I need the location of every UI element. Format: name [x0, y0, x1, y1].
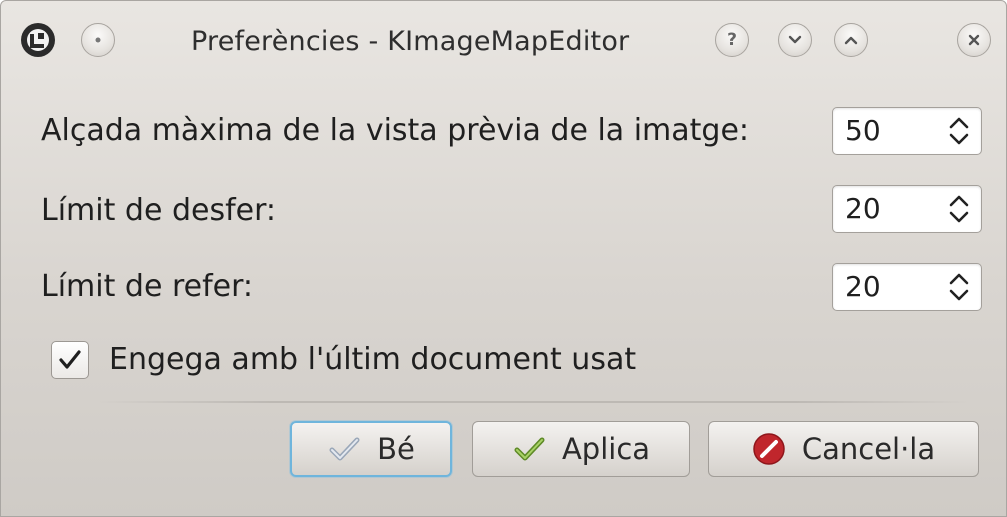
start-with-last-document-label[interactable]: Engega amb l'últim document usat [109, 338, 636, 382]
cancel-button-label: Cancel·la [801, 432, 936, 466]
chevron-down-icon [788, 35, 802, 44]
check-green-icon [514, 437, 545, 461]
spin-arrows-icon[interactable] [947, 115, 971, 147]
window-title: Preferències - KImageMapEditor [191, 26, 630, 57]
check-icon [329, 437, 360, 461]
apply-button[interactable]: Aplica [472, 421, 690, 477]
redo-limit-label: Límit de refer: [41, 269, 254, 304]
pin-button[interactable] [81, 23, 115, 57]
minimize-button[interactable] [778, 23, 812, 57]
close-icon [968, 34, 980, 46]
undo-limit-label: Límit de desfer: [41, 193, 277, 228]
title-bar[interactable]: Preferències - KImageMapEditor ? [1, 1, 1006, 85]
chevron-up-icon [844, 36, 858, 45]
maximize-button[interactable] [834, 23, 868, 57]
ok-button-label: Bé [377, 432, 415, 466]
undo-limit-value[interactable]: 20 [845, 186, 881, 232]
max-preview-height-spinbox[interactable]: 50 [832, 107, 982, 155]
preferences-dialog: Preferències - KImageMapEditor ? Alçada … [0, 0, 1007, 517]
cancel-button[interactable]: Cancel·la [708, 421, 979, 477]
help-icon: ? [727, 30, 737, 50]
window-menu-icon[interactable] [19, 21, 57, 59]
undo-limit-spinbox[interactable]: 20 [832, 185, 982, 233]
redo-limit-value[interactable]: 20 [845, 264, 881, 310]
close-button[interactable] [957, 23, 991, 57]
separator [97, 401, 969, 403]
help-button[interactable]: ? [715, 23, 749, 57]
pin-dot-icon [95, 37, 101, 43]
redo-limit-spinbox[interactable]: 20 [832, 263, 982, 311]
max-preview-height-label: Alçada màxima de la vista prèvia de la i… [41, 113, 750, 148]
checkmark-icon [59, 350, 81, 369]
spin-arrows-icon[interactable] [947, 271, 971, 303]
cancel-icon [753, 433, 785, 465]
max-preview-height-value[interactable]: 50 [845, 108, 881, 154]
start-with-last-document-checkbox[interactable] [51, 341, 89, 379]
ok-button[interactable]: Bé [290, 421, 452, 477]
spin-arrows-icon[interactable] [947, 193, 971, 225]
apply-button-label: Aplica [561, 432, 651, 466]
